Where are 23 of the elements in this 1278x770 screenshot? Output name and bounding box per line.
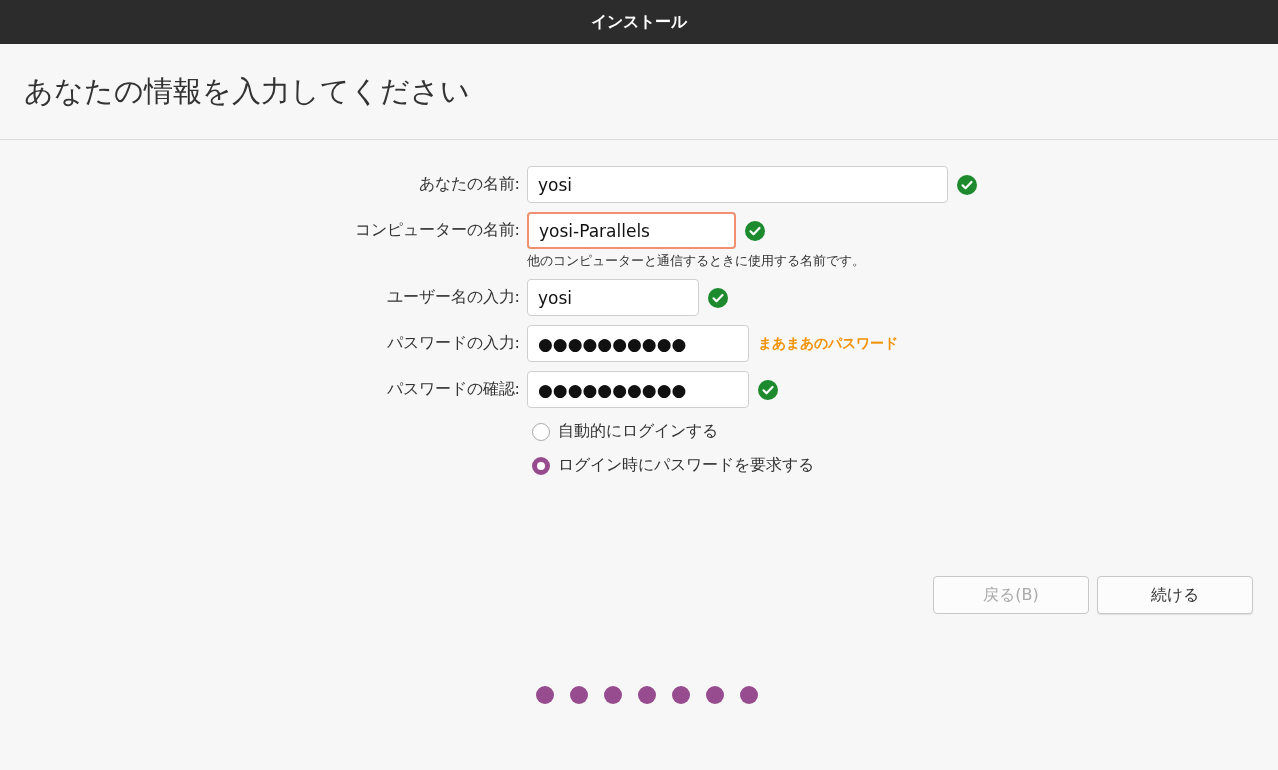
- window-title: インストール: [591, 11, 687, 33]
- input-field[interactable]: yosi-Parallels: [527, 212, 736, 249]
- field-label: あなたの名前:: [417, 174, 520, 195]
- input-field[interactable]: yosi: [527, 279, 699, 316]
- field-label: ユーザー名の入力:: [385, 287, 520, 308]
- input-field[interactable]: ●●●●●●●●●●: [527, 325, 749, 362]
- input-field[interactable]: yosi: [527, 166, 948, 203]
- field-label: コンピューターの名前:: [353, 220, 520, 241]
- field-label: パスワードの確認:: [385, 379, 520, 400]
- check-icon: [758, 379, 778, 400]
- nav-button[interactable]: 続ける: [1097, 576, 1253, 614]
- check-icon: [957, 174, 977, 195]
- check-icon: [745, 220, 765, 241]
- radio-button[interactable]: [532, 456, 550, 475]
- password-strength: まあまあのパスワード: [758, 334, 898, 353]
- radio-label[interactable]: ログイン時にパスワードを要求する: [558, 455, 814, 476]
- radio-label[interactable]: 自動的にログインする: [558, 421, 718, 442]
- page-heading: あなたの情報を入力してください: [24, 72, 470, 110]
- hint-text: 他のコンピューターと通信するときに使用する名前です。: [527, 252, 866, 270]
- check-icon: [708, 287, 728, 308]
- radio-button[interactable]: [532, 422, 550, 441]
- input-field[interactable]: ●●●●●●●●●●: [527, 371, 749, 408]
- field-label: パスワードの入力:: [385, 333, 520, 354]
